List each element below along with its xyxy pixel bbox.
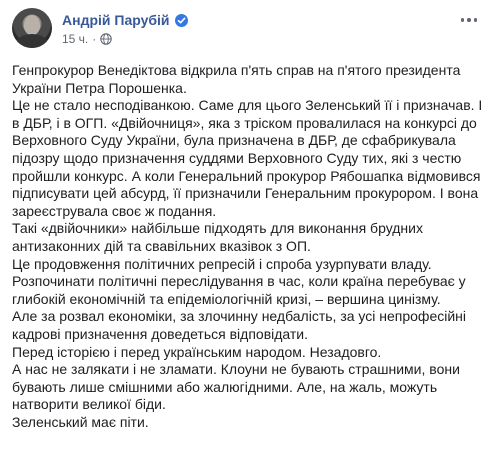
facebook-post: Андрій Парубій 15 ч. · Генпрокурор Венед… [0, 0, 496, 463]
more-dot [473, 18, 478, 22]
post-meta: 15 ч. · [62, 32, 113, 46]
more-dot [460, 18, 465, 22]
meta-separator: · [92, 32, 97, 46]
more-dot [467, 18, 471, 22]
post-timestamp[interactable]: 15 ч. [62, 32, 88, 46]
post-paragraph: Зеленський має піти. [12, 413, 149, 430]
avatar-face [24, 15, 40, 35]
author-row: Андрій Парубій [62, 11, 188, 29]
avatar-shoulders [16, 34, 48, 48]
author-avatar[interactable] [12, 8, 52, 48]
post-paragraph: Такі «двійочники» найбільше підходять дл… [12, 220, 423, 254]
post-paragraph: Генпрокурор Венедіктова відкрила п'ять с… [12, 62, 461, 96]
post-paragraph: Але за розвал економіки, за злочинну нед… [12, 308, 467, 342]
more-options-icon[interactable] [458, 12, 480, 28]
post-body: Генпрокурор Венедіктова відкрила п'ять с… [12, 62, 486, 431]
post-paragraph: Це продовження політичних репресій і спр… [12, 255, 432, 272]
post-header: Андрій Парубій 15 ч. · [12, 8, 482, 52]
post-paragraph: Це не стало несподіванкою. Саме для цьог… [12, 97, 483, 219]
author-name-link[interactable]: Андрій Парубій [62, 12, 170, 28]
verified-badge-icon [174, 13, 188, 27]
globe-icon[interactable] [100, 33, 113, 45]
post-paragraph: Перед історією і перед українським народ… [12, 343, 382, 360]
post-paragraph: А нас не залякати і не зламати. Клоуни н… [12, 361, 460, 413]
post-paragraph: Розпочинати політичні переслідування в ч… [12, 273, 466, 307]
